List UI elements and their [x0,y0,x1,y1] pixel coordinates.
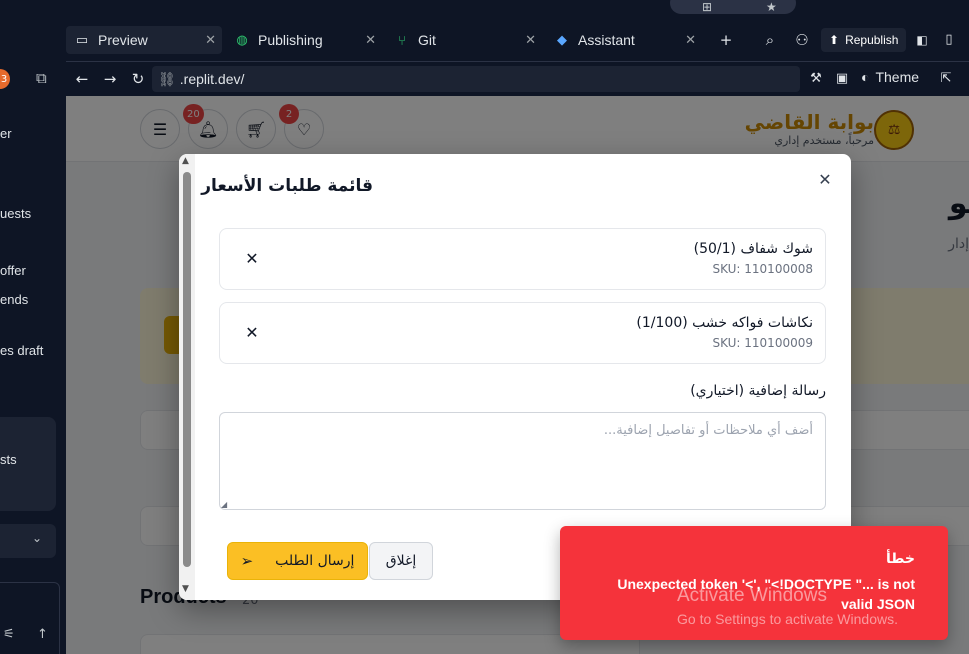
search-icon[interactable]: ⌕ [760,30,780,50]
notification-badge: 3 [0,69,10,89]
devices-icon[interactable]: ▣ [832,69,852,89]
layout-icon[interactable]: ▯ [939,30,959,50]
tab-publishing[interactable]: ◍ Publishing ✕ [226,26,382,54]
tab-label: Publishing [258,32,323,48]
back-icon[interactable]: ← [72,69,92,89]
sidebar-item-2[interactable]: uests [0,206,31,221]
globe-icon: ◍ [236,32,248,47]
chevron-down-icon: ⌄ [32,531,43,545]
close-button[interactable]: إغلاق [369,542,433,580]
close-icon[interactable]: ✕ [205,32,216,48]
quote-item: نكاشات فواكه خشب (1/100) SKU: 110100009 … [219,302,826,364]
theme-button[interactable]: ◐ Theme [861,69,919,85]
invite-user-icon[interactable]: ⚇ [792,30,812,50]
workspace-sidebar: 3 ⧉ er uests offer ends es draft sts ⌄ ⚟… [0,20,66,654]
message-label: رسالة إضافية (اختياري) [690,383,826,399]
forward-icon[interactable]: → [100,69,120,89]
toggle-icon[interactable]: ◧ [912,30,932,50]
os-top-strip: ⊞ ★ [0,0,969,20]
activation-watermark-subtitle: Go to Settings to activate Windows. [677,611,898,627]
new-tab-icon[interactable]: + [716,30,736,50]
theme-label: Theme [875,69,920,85]
sidebar-item-3[interactable]: offer [0,263,26,278]
sidebar-item-6: sts [0,452,17,467]
url-text: .replit.dev/ [179,71,245,87]
tab-git[interactable]: ⑂ Git ✕ [386,26,542,54]
resize-grip-icon[interactable]: ◢ [221,500,227,509]
republish-label: Republish [845,33,899,47]
tab-label: Git [418,32,436,48]
remove-item-icon[interactable]: ✕ [242,249,262,269]
window-controls-pill [670,0,796,14]
git-icon: ⑂ [398,32,406,48]
toast-title: خطأ [886,551,915,567]
apps-icon[interactable]: ⊞ [702,0,712,14]
arrow-up-icon[interactable]: ↑ [37,627,48,642]
message-textarea[interactable] [219,412,826,510]
scroll-down-icon[interactable]: ▼ [182,584,189,594]
quote-item: شوك شفاف (50/1) SKU: 110100008 ✕ [219,228,826,290]
sidebar-select[interactable]: ⌄ [0,524,56,558]
preview-urlbar: ← → ↻ ⛓ .replit.dev/ ⚒ ▣ ◐ Theme ⇱ [66,62,969,96]
link-icon: ⛓ [158,70,176,87]
item-name: شوك شفاف (50/1) [693,241,813,257]
url-input[interactable]: ⛓ .replit.dev/ [152,66,800,92]
send-label: إرسال الطلب [275,553,355,569]
tab-label: Assistant [578,32,635,48]
item-sku: SKU: 110100008 [712,262,813,276]
activation-watermark-title: Activate Windows [677,585,827,606]
item-sku: SKU: 110100009 [712,336,813,350]
modal-title: قائمة طلبات الأسعار [201,176,373,196]
item-name: نكاشات فواكه خشب (1/100) [636,315,813,331]
republish-button[interactable]: ⬆ Republish [821,28,907,52]
tab-assistant[interactable]: ◆ Assistant ✕ [546,26,702,54]
devtools-icon[interactable]: ⚒ [806,69,826,89]
send-icon: ➢ [240,552,254,570]
republish-icon: ⬆ [829,33,840,47]
close-icon[interactable]: ✕ [685,32,696,48]
reload-icon[interactable]: ↻ [128,69,148,89]
sidebar-card[interactable]: sts [0,417,56,511]
monitor-icon: ▭ [75,32,89,47]
star-icon[interactable]: ★ [766,0,777,14]
assistant-icon: ◆ [557,32,567,47]
remove-item-icon[interactable]: ✕ [242,323,262,343]
close-icon[interactable]: ✕ [525,32,536,48]
palette-icon: ◐ [861,69,870,85]
modal-scrollbar[interactable]: ▲ ▼ [179,154,195,600]
workspace-tabbar: ▭ Preview ✕ ◍ Publishing ✕ ⑂ Git ✕ ◆ Ass… [66,20,969,62]
close-icon[interactable]: ✕ [365,32,376,48]
close-icon[interactable]: ✕ [815,170,835,190]
sidebar-bottom-panel: ⚟ ↑ [0,582,60,654]
sidebar-item-4[interactable]: ends [0,292,28,307]
settings-sliders-icon[interactable]: ⚟ [3,627,15,642]
tab-preview[interactable]: ▭ Preview ✕ [66,26,222,54]
new-chat-icon[interactable]: ⧉ [36,70,52,86]
scroll-up-icon[interactable]: ▲ [182,156,189,166]
sidebar-item-1[interactable]: er [0,126,12,141]
send-request-button[interactable]: إرسال الطلب ➢ [227,542,368,580]
sidebar-item-5[interactable]: es draft [0,343,43,358]
scrollbar-thumb[interactable] [183,172,191,567]
open-external-icon[interactable]: ⇱ [936,69,956,89]
tab-label: Preview [98,32,148,48]
